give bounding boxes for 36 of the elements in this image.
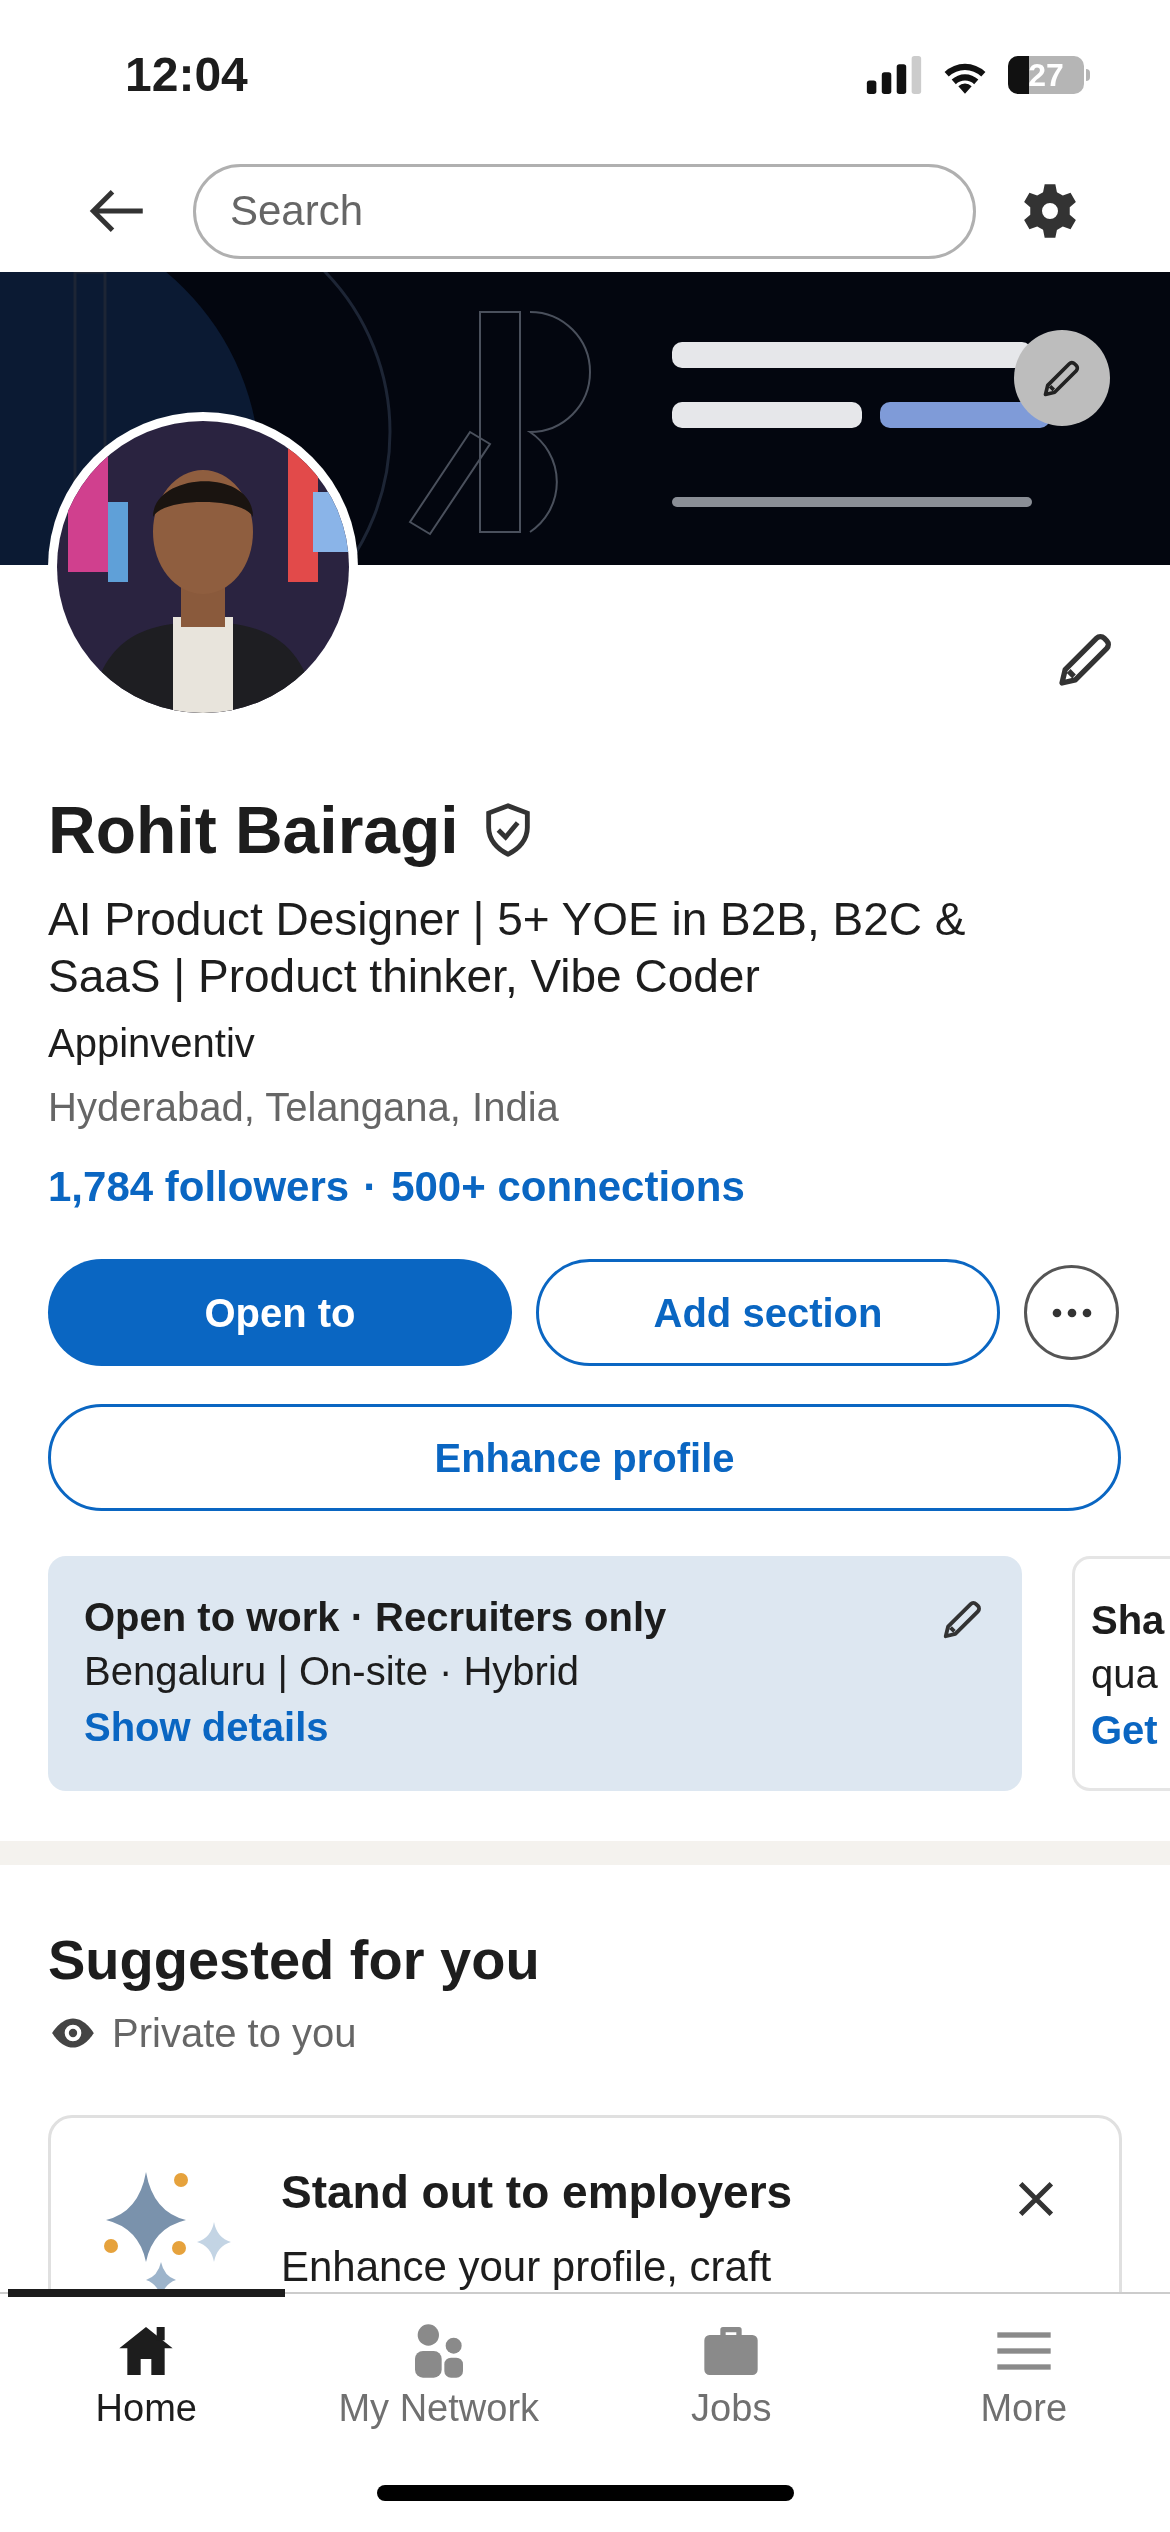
- privacy-label: Private to you: [112, 2010, 357, 2057]
- card-subtitle: qua: [1091, 1651, 1159, 1698]
- search-field[interactable]: Search: [193, 163, 976, 259]
- suggestion-title: Stand out to employers: [281, 2165, 794, 2220]
- show-details-link[interactable]: Show details: [84, 1700, 940, 1754]
- nav-label: Home: [95, 2386, 197, 2431]
- section-title: Suggested for you: [48, 1927, 541, 1993]
- nav-tab[interactable]: Jobs: [593, 2289, 870, 2454]
- card-subtitle: Bengaluru | On-site · Hybrid: [84, 1648, 581, 1695]
- battery-level: 27: [1027, 59, 1065, 91]
- open-to-work-card[interactable]: Open to work · Recruiters only Bengaluru | On-site · Hybrid Show details: [48, 1556, 1022, 1791]
- nav-tab[interactable]: More: [885, 2289, 1162, 2454]
- card-title: Open to work · Recruiters only: [84, 1594, 668, 1641]
- add-section-button[interactable]: Add section: [536, 1259, 1000, 1366]
- nav-tab[interactable]: Home: [8, 2289, 285, 2454]
- stats-link[interactable]: 1,784 followers: [48, 1159, 350, 1215]
- profile-card[interactable]: Sha qua Get: [1072, 1556, 1170, 1791]
- company: Appinventiv: [48, 1020, 256, 1067]
- nav-tab[interactable]: My Network: [300, 2289, 577, 2454]
- nav-label: More: [980, 2386, 1068, 2431]
- profile-name: Rohit Bairagi: [48, 792, 459, 869]
- separator: ·: [363, 1162, 378, 1212]
- headline: AI Product Designer | 5+ YOE in B2B, B2C & SaaS | Product thinker, Vibe Coder: [48, 892, 967, 1004]
- enhance-profile-button[interactable]: Enhance profile: [48, 1404, 1121, 1511]
- card-title: Sha: [1091, 1597, 1166, 1644]
- suggestion-body: Enhance your profile, craft: [281, 2242, 773, 2292]
- show-details-link[interactable]: Get: [1091, 1703, 1170, 1757]
- location: Hyderabad, Telangana, India: [48, 1084, 560, 1131]
- nav-label: My Network: [338, 2386, 540, 2431]
- stats-link[interactable]: 500+ connections: [391, 1159, 745, 1215]
- more-button[interactable]: [1024, 1265, 1119, 1360]
- signal-icon: [866, 56, 922, 94]
- open-to-button[interactable]: Open to: [48, 1259, 512, 1366]
- more-icon: [1051, 1307, 1092, 1318]
- nav-label: Jobs: [691, 2386, 772, 2431]
- status-time: 12:04: [125, 47, 248, 103]
